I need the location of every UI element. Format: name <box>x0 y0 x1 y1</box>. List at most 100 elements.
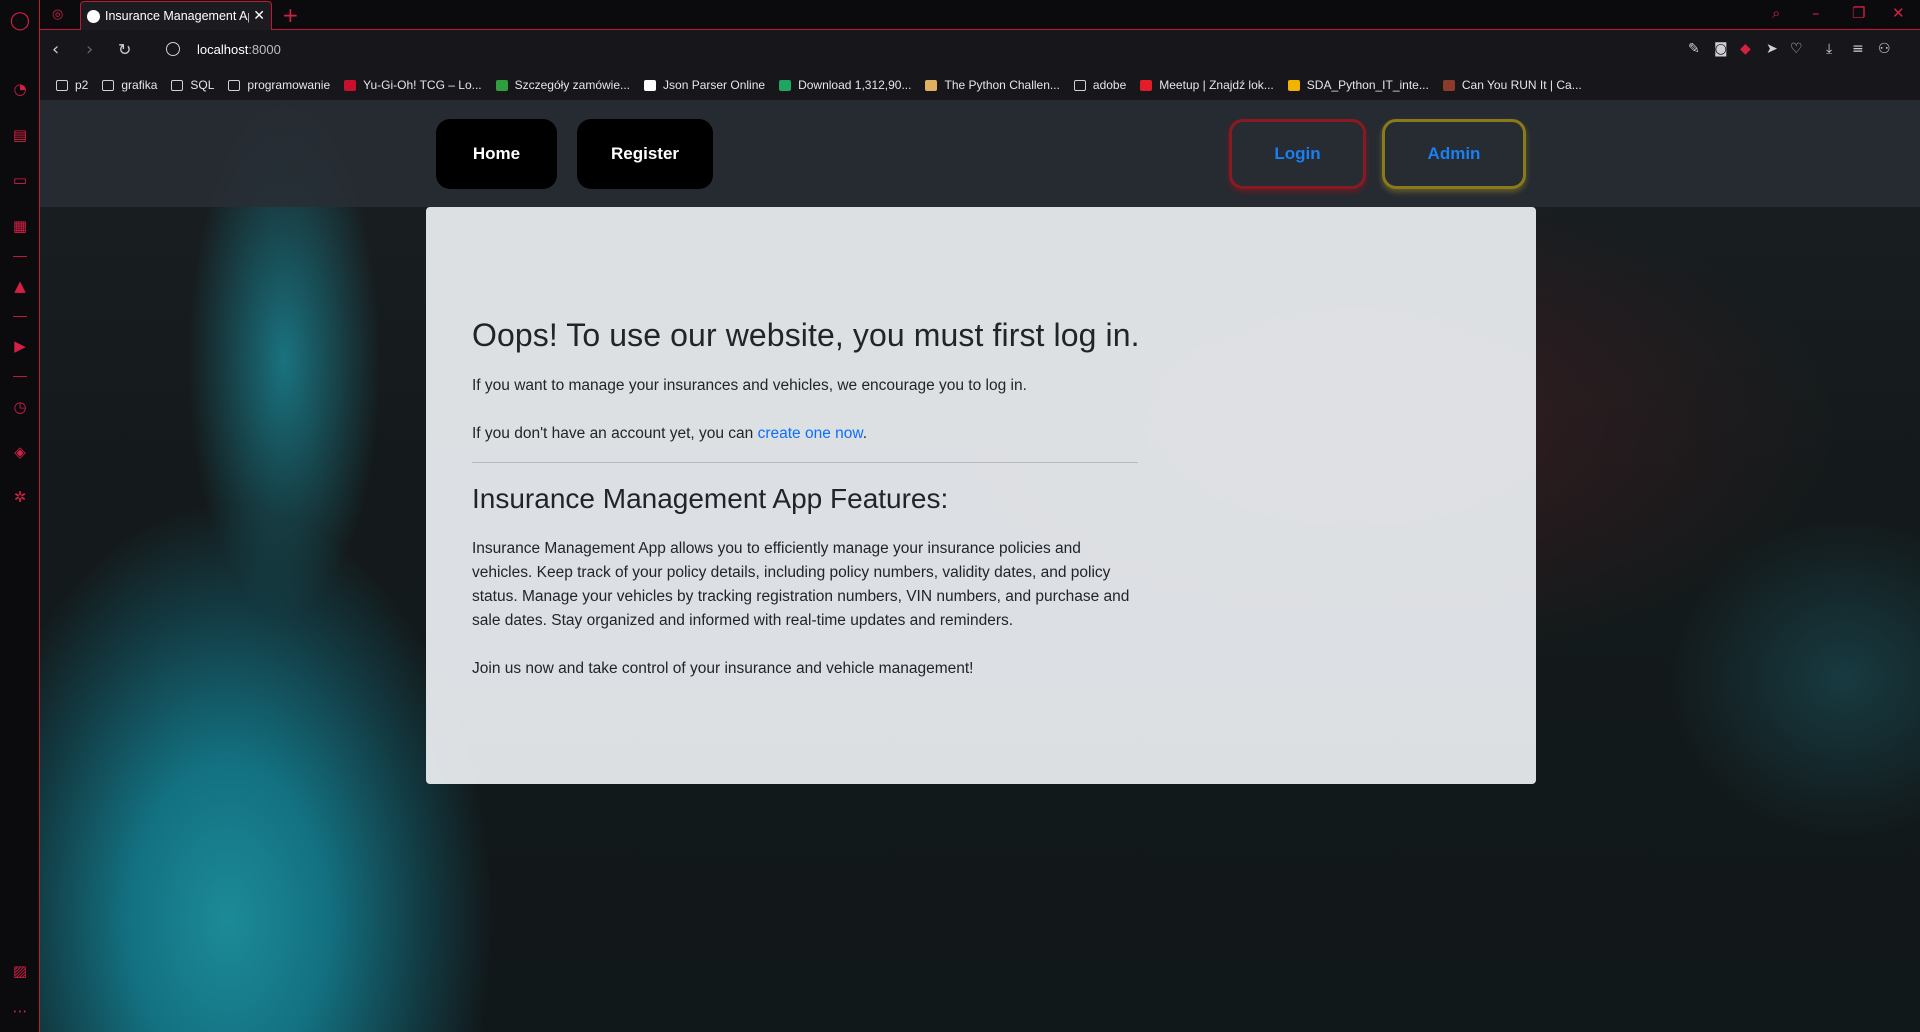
site-icon <box>1140 79 1153 91</box>
address-bar: ‹ › ↻ localhost:8000 ✎ ◙ ◆ ➤ ♡ ⤓ ≡ ⚇ <box>40 30 1920 70</box>
restore-icon[interactable]: ❐ <box>1852 4 1865 22</box>
bookmark-label: The Python Challen... <box>944 78 1060 92</box>
bookmark-item[interactable]: Yu-Gi-Oh! TCG – Lo... <box>344 78 482 92</box>
download-icon[interactable]: ⤓ <box>1826 41 1832 57</box>
adblock-icon[interactable]: ◆ <box>1740 41 1751 57</box>
bookmark-item[interactable]: p2 <box>56 78 88 92</box>
bookmark-item[interactable]: Download 1,312,90... <box>779 78 911 92</box>
bookmark-item[interactable]: grafika <box>102 78 157 92</box>
settings-icon[interactable]: ✲ <box>9 486 31 508</box>
login-required-card: Oops! To use our website, you must first… <box>426 207 1536 784</box>
features-text: Insurance Management App allows you to e… <box>472 540 1130 629</box>
bookmark-item[interactable]: adobe <box>1073 78 1127 92</box>
bookmark-item[interactable]: programowanie <box>228 78 330 92</box>
edit-icon[interactable]: ✎ <box>1688 41 1700 57</box>
extensions-icon[interactable]: ◈ <box>9 441 31 463</box>
bookmark-item[interactable]: Can You RUN It | Ca... <box>1442 78 1582 92</box>
site-navbar: Home Register Login Admin <box>40 100 1920 207</box>
opera-logo-icon[interactable]: ◯ <box>9 9 31 31</box>
gallery-icon[interactable]: ▨ <box>9 960 31 982</box>
bookmark-item[interactable]: Szczegóły zamówie... <box>495 78 631 92</box>
bookmark-label: Download 1,312,90... <box>798 78 912 92</box>
site-icon <box>1287 79 1300 91</box>
bookmark-label: programowanie <box>247 78 331 92</box>
aria-icon[interactable]: ▲ <box>9 275 31 297</box>
site-icon <box>1442 79 1455 91</box>
bookmark-item[interactable]: SDA_Python_IT_inte... <box>1287 78 1429 92</box>
reload-icon[interactable]: ↻ <box>118 40 131 59</box>
page-viewport: Home Register Login Admin Oops! To use o… <box>40 100 1920 1032</box>
url-field[interactable]: localhost:8000 <box>197 42 281 57</box>
page-title: Oops! To use our website, you must first… <box>472 317 1140 353</box>
folder-icon <box>228 79 241 91</box>
site-icon <box>779 79 792 91</box>
profile-icon[interactable]: ⚇ <box>1878 41 1891 57</box>
easy-setup-icon[interactable]: ≡ <box>1852 41 1864 57</box>
create-account-prefix: If you don't have an account yet, you ca… <box>472 425 758 442</box>
bookmark-label: SDA_Python_IT_inte... <box>1306 78 1429 92</box>
sidebar-divider <box>13 256 27 257</box>
create-account-link[interactable]: create one now <box>758 425 863 442</box>
folder-icon <box>1073 79 1086 91</box>
bookmark-label: Can You RUN It | Ca... <box>1461 78 1582 92</box>
forward-icon[interactable]: › <box>86 39 93 60</box>
home-button[interactable]: Home <box>436 119 557 189</box>
site-icon <box>495 79 508 91</box>
globe-icon <box>87 9 100 23</box>
bookmark-item[interactable]: The Python Challen... <box>925 78 1060 92</box>
folder-icon <box>102 79 115 91</box>
sidebar-divider <box>13 316 27 317</box>
history-icon[interactable]: ◷ <box>9 396 31 418</box>
back-icon[interactable]: ‹ <box>52 39 59 60</box>
admin-button[interactable]: Admin <box>1382 119 1526 189</box>
folder-icon <box>56 79 68 91</box>
bookmark-item[interactable]: Meetup | Znajdź lok... <box>1140 78 1274 92</box>
intro-text: If you want to manage your insurances an… <box>472 377 1027 394</box>
bookmarks-bar: p2 grafika SQL programowanie Yu-Gi-Oh! TCG –… <box>40 70 1920 100</box>
gamepad-icon[interactable]: ◎ <box>52 7 63 22</box>
register-button[interactable]: Register <box>577 119 713 189</box>
site-icon <box>344 79 357 91</box>
minimize-icon[interactable]: – <box>1812 4 1820 22</box>
join-text: Join us now and take control of your ins… <box>472 660 974 677</box>
player-icon[interactable]: ▦ <box>9 215 31 237</box>
bookmark-label: adobe <box>1092 78 1127 92</box>
bookmark-label: Json Parser Online <box>663 78 766 92</box>
bookmark-item[interactable]: Json Parser Online <box>644 78 765 92</box>
snapshot-icon[interactable]: ◙ <box>1714 41 1728 57</box>
create-account-text: If you don't have an account yet, you ca… <box>472 422 1132 446</box>
active-tab[interactable]: Insurance Management App ✕ <box>80 1 272 30</box>
twitch-icon[interactable]: ▭ <box>9 169 31 191</box>
folder-icon <box>171 79 184 91</box>
heart-icon[interactable]: ♡ <box>1790 41 1803 57</box>
bookmark-label: p2 <box>75 78 89 92</box>
sidebar-divider <box>13 376 27 377</box>
tab-strip: ◎ Insurance Management App ✕ + ⌕ – ❐ ✕ <box>40 0 1920 30</box>
url-host: localhost <box>197 42 249 57</box>
tab-title: Insurance Management App <box>105 9 250 23</box>
create-account-suffix: . <box>862 425 868 442</box>
browser-sidebar: ◯ ◔ ▤ ▭ ▦ ▲ ▶ ◷ ◈ ✲ ▨ ⋯ <box>0 0 40 1032</box>
bookmark-item[interactable]: SQL <box>171 78 214 92</box>
bookmark-label: grafika <box>121 78 158 92</box>
new-tab-icon[interactable]: + <box>282 3 299 27</box>
site-icon <box>925 79 938 91</box>
shopping-icon[interactable]: ▤ <box>9 124 31 146</box>
bookmark-label: Yu-Gi-Oh! TCG – Lo... <box>363 78 482 92</box>
url-port: :8000 <box>248 42 281 57</box>
features-heading: Insurance Management App Features: <box>472 483 949 514</box>
speed-dial-icon[interactable]: ◔ <box>9 78 31 100</box>
bookmark-label: Meetup | Znajdź lok... <box>1159 78 1274 92</box>
video-icon[interactable]: ▶ <box>9 335 31 357</box>
search-tabs-icon[interactable]: ⌕ <box>1772 4 1780 22</box>
login-button[interactable]: Login <box>1229 119 1366 189</box>
bookmark-label: Szczegóły zamówie... <box>514 78 631 92</box>
close-window-icon[interactable]: ✕ <box>1892 4 1905 22</box>
site-info-icon[interactable] <box>166 42 180 56</box>
send-icon[interactable]: ➤ <box>1766 41 1778 57</box>
divider <box>472 462 1138 463</box>
more-icon[interactable]: ⋯ <box>9 1000 31 1022</box>
site-icon <box>644 79 657 91</box>
close-tab-icon[interactable]: ✕ <box>253 8 265 24</box>
bookmark-label: SQL <box>190 78 215 92</box>
